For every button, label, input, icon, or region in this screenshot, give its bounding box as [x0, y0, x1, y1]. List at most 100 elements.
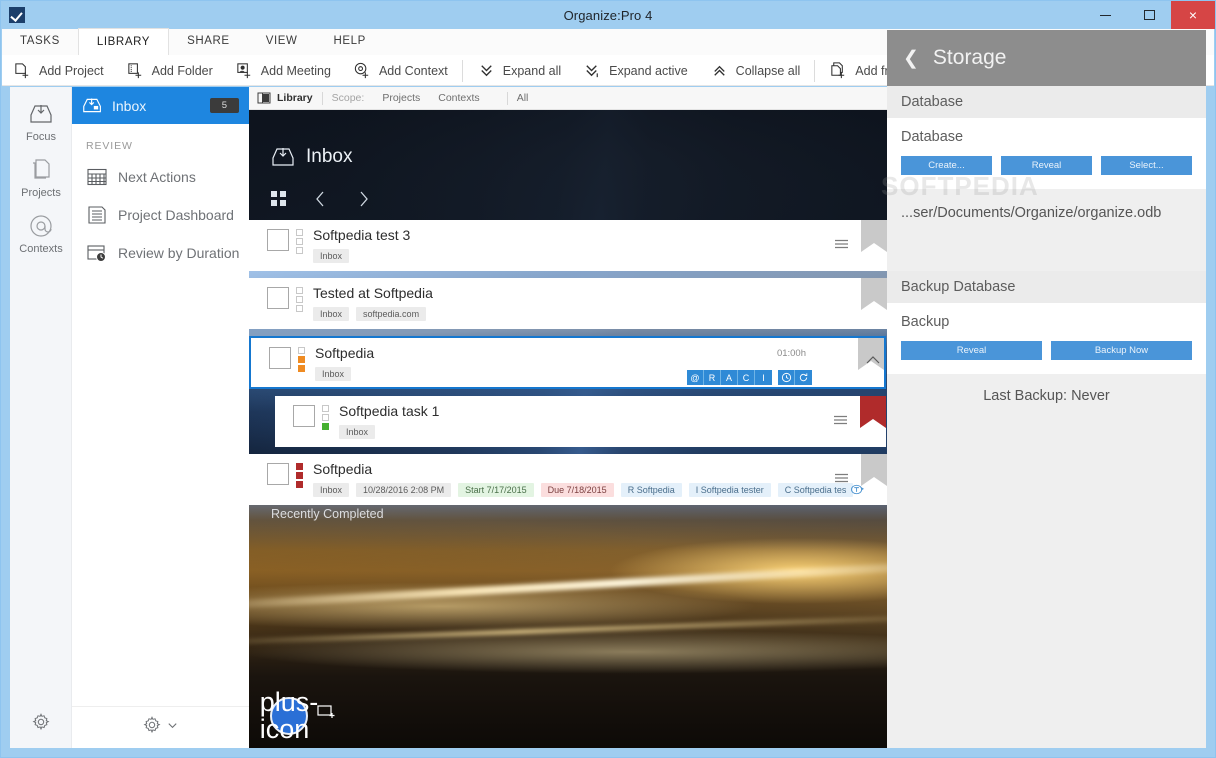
database-path-note: SOFTPEDIA ...ser/Documents/Organize/orga…: [881, 171, 1206, 237]
scope-option-contexts[interactable]: Contexts: [438, 92, 479, 104]
add-meeting-button[interactable]: Add Meeting: [224, 56, 342, 85]
priority-dot-3: [322, 423, 329, 430]
expand-active-label: Expand active: [609, 63, 688, 78]
raci-group: @ R A C I: [687, 370, 772, 385]
tab-share[interactable]: SHARE: [169, 28, 248, 55]
scope-label: Scope:: [331, 92, 365, 104]
priority-dot-1: [296, 229, 303, 236]
sidebar-footer: [72, 706, 249, 748]
chevron-right-icon[interactable]: [353, 189, 373, 209]
toolbar-divider-2: [814, 59, 816, 82]
rail-item-projects[interactable]: Projects: [10, 143, 72, 199]
storage-spacer: [887, 237, 1206, 271]
database-card-title: Database: [901, 129, 964, 145]
add-project-button[interactable]: Add Project: [2, 56, 115, 85]
add-context-button[interactable]: Add Context: [342, 56, 459, 85]
task-tag: Inbox: [313, 249, 350, 263]
maximize-icon: [1143, 10, 1155, 20]
sidebar-item-next-actions[interactable]: Next Actions: [72, 158, 249, 196]
rail-settings-button[interactable]: [10, 713, 72, 736]
add-from-template-icon: [829, 61, 848, 80]
task-checkbox[interactable]: [267, 463, 289, 485]
scope-option-projects[interactable]: Projects: [382, 92, 420, 104]
tab-tasks[interactable]: TASKS: [2, 28, 78, 55]
chevron-left-icon[interactable]: [311, 189, 331, 209]
clock-icon[interactable]: [778, 370, 795, 385]
raci-c-button[interactable]: C: [738, 370, 755, 385]
library-sidebar: Inbox 5 REVIEW Next Actions Project Dash…: [72, 87, 249, 748]
task-checkbox[interactable]: [267, 229, 289, 251]
sidebar-label-project-dashboard: Project Dashboard: [118, 207, 234, 223]
maximize-button[interactable]: [1127, 1, 1171, 29]
page-title-text: Inbox: [306, 146, 353, 167]
expand-all-button[interactable]: Expand all: [466, 56, 572, 85]
minimize-button[interactable]: [1083, 1, 1127, 29]
collapse-all-button[interactable]: Collapse all: [699, 56, 812, 85]
expand-active-button[interactable]: Expand active: [572, 56, 699, 85]
task-row[interactable]: Tested at Softpedia Inbox softpedia.com: [249, 278, 887, 329]
tab-help[interactable]: HELP: [316, 28, 384, 55]
task-menu-icon[interactable]: [834, 237, 849, 255]
back-chevron-left-icon[interactable]: ❮: [903, 49, 919, 68]
task-checkbox[interactable]: [293, 405, 315, 427]
priority-dot-3: [296, 247, 303, 254]
calendar-grid-icon: [86, 166, 108, 188]
task-row[interactable]: Softpedia test 3 Inbox: [249, 220, 887, 271]
task-flag-icon[interactable]: [860, 396, 886, 434]
calendar-clock-icon: [86, 242, 108, 264]
priority-dot-2: [296, 472, 303, 479]
panel-layout-icon[interactable]: [257, 91, 271, 105]
task-menu-icon[interactable]: [834, 471, 849, 489]
raci-a-button[interactable]: A: [721, 370, 738, 385]
task-tag-due: Due 7/18/2015: [540, 483, 614, 497]
sidebar-item-project-dashboard[interactable]: Project Dashboard: [72, 196, 249, 234]
database-create-button[interactable]: Create...: [901, 156, 992, 175]
task-list: Softpedia test 3 Inbox Tested at Softped…: [249, 220, 887, 512]
task-body: Softpedia Inbox 10/28/2016 2:08 PM Start…: [313, 462, 887, 497]
add-folder-button[interactable]: Add Folder: [115, 56, 224, 85]
scope-divider: [321, 91, 323, 105]
raci-at-button[interactable]: @: [687, 370, 704, 385]
grid-view-icon[interactable]: [269, 189, 289, 209]
chevron-up-icon[interactable]: [866, 352, 880, 370]
priority-dot-2: [298, 356, 305, 363]
priority-dot-3: [296, 305, 303, 312]
raci-r-button[interactable]: R: [704, 370, 721, 385]
database-path-text: ...ser/Documents/Organize/organize.odb: [901, 205, 1162, 221]
task-row-nested[interactable]: Softpedia task 1 Inbox: [275, 396, 886, 447]
task-row[interactable]: Softpedia Inbox 10/28/2016 2:08 PM Start…: [249, 454, 887, 505]
database-reveal-button[interactable]: Reveal: [1001, 156, 1092, 175]
rail-label-focus: Focus: [26, 131, 56, 143]
raci-toolbar: @ R A C I: [687, 370, 812, 385]
sidebar-gear-icon[interactable]: [143, 716, 161, 739]
add-task-button[interactable]: plus-icon: [260, 689, 319, 743]
task-flag-icon[interactable]: [861, 220, 887, 258]
priority-dot-3: [298, 365, 305, 372]
sidebar-item-review-by-duration[interactable]: Review by Duration: [72, 234, 249, 272]
scope-option-all[interactable]: All: [517, 92, 529, 104]
task-checkbox[interactable]: [267, 287, 289, 309]
task-checkbox[interactable]: [269, 347, 291, 369]
task-menu-icon[interactable]: [833, 413, 848, 431]
task-tag-start: Start 7/17/2015: [458, 483, 534, 497]
close-button[interactable]: ×: [1171, 1, 1215, 29]
title-bar: Organize:Pro 4 ×: [1, 1, 1215, 29]
rail-item-focus[interactable]: Focus: [10, 87, 72, 143]
tab-view[interactable]: VIEW: [248, 28, 316, 55]
tab-library[interactable]: LIBRARY: [77, 28, 170, 55]
database-select-button[interactable]: Select...: [1101, 156, 1192, 175]
task-body: Softpedia test 3 Inbox: [313, 228, 887, 263]
sidebar-item-inbox[interactable]: Inbox 5: [72, 87, 249, 124]
task-flag-icon[interactable]: [861, 278, 887, 316]
chevron-down-icon[interactable]: [166, 719, 179, 737]
duplicate-icon[interactable]: [317, 704, 337, 726]
backup-now-button[interactable]: Backup Now: [1051, 341, 1192, 360]
backup-reveal-button[interactable]: Reveal: [901, 341, 1042, 360]
task-row-selected[interactable]: Softpedia Inbox 01:00h @ R A C I: [249, 336, 886, 389]
scope-library-label[interactable]: Library: [277, 92, 313, 104]
raci-i-button[interactable]: I: [755, 370, 772, 385]
clock-out-icon[interactable]: [850, 483, 865, 501]
task-duration: 01:00h: [776, 348, 806, 359]
repeat-icon[interactable]: [795, 370, 812, 385]
rail-item-contexts[interactable]: Contexts: [10, 199, 72, 255]
